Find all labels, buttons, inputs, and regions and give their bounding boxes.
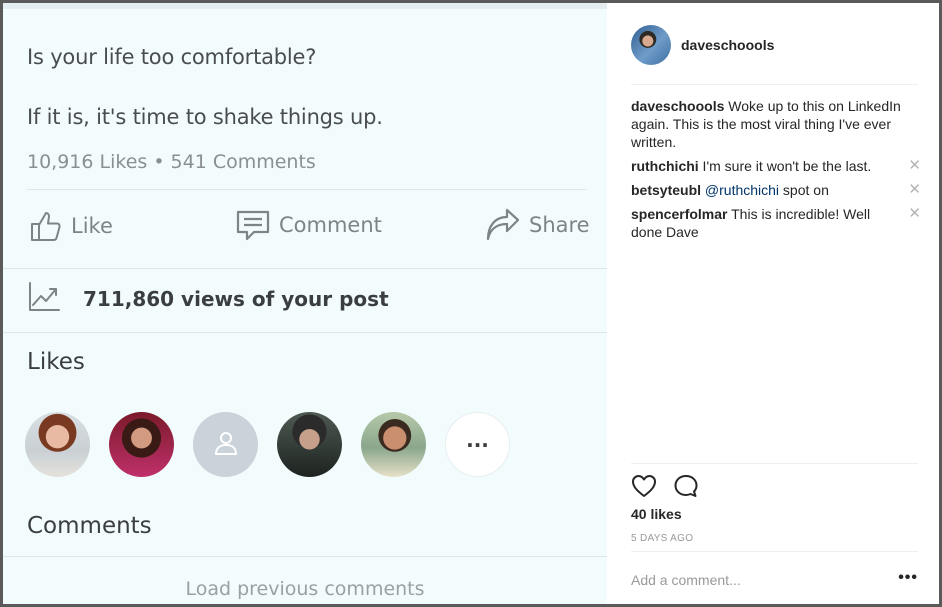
post-stats: 10,916 Likes • 541 Comments [27,151,316,173]
thumbs-up-icon [27,208,63,244]
comment-mention[interactable]: @ruthchichi [705,182,779,198]
avatar [193,412,258,477]
comments-stat: 541 Comments [170,151,316,173]
comment-action: Comment [235,208,382,242]
photo-top-strip [3,3,607,9]
comment-item: spencerfolmar This is incredible! Well d… [631,205,921,241]
author-username[interactable]: daveschoools [681,37,774,53]
post-text-line1: Is your life too comfortable? [27,45,317,69]
likes-count[interactable]: 40 likes [631,506,682,522]
avatar [109,412,174,477]
share-label: Share [529,213,590,237]
comments-list: daveschoools Woke up to this on LinkedIn… [631,97,921,247]
views-count: 711,860 views of your post [83,287,389,311]
comment-text: I'm sure it won't be the last. [698,158,872,174]
post-timestamp[interactable]: 5 DAYS AGO [631,533,693,544]
divider [631,84,918,85]
divider [3,332,607,333]
more-likers-button[interactable]: ··· [445,412,510,477]
post-text-line2: If it is, it's time to shake things up. [27,105,383,129]
stat-separator-dot: • [153,151,165,173]
post-side-panel: daveschoools daveschoools Woke up to thi… [607,3,939,604]
add-comment-input[interactable]: Add a comment... [631,572,741,588]
divider [631,551,918,552]
comment-icon [235,208,271,242]
post-photo[interactable]: Is your life too comfortable? If it is, … [3,3,607,604]
likes-stat: 10,916 Likes [27,151,148,173]
delete-comment-icon[interactable]: ✕ [908,206,921,222]
likers-avatars: ··· [25,412,510,477]
avatar [361,412,426,477]
comment-username[interactable]: ruthchichi [631,158,699,174]
avatar [25,412,90,477]
trend-chart-icon [27,281,61,317]
like-action: Like [27,208,113,244]
like-label: Like [71,214,113,238]
post-actions: Like Comment Share [3,208,607,252]
comment-username[interactable]: spencerfolmar [631,206,727,222]
share-arrow-icon [485,208,521,242]
comment-label: Comment [279,213,382,237]
likes-heading: Likes [27,349,85,375]
avatar [277,412,342,477]
comment-username[interactable]: betsyteubl [631,182,701,198]
comment-item: ruthchichi I'm sure it won't be the last… [631,157,921,175]
post-views: 711,860 views of your post [27,281,389,317]
comment-text: spot on [779,182,829,198]
post-action-icons [631,474,699,503]
heart-icon[interactable] [631,474,657,503]
load-previous-comments-link: Load previous comments [185,578,425,600]
author-avatar[interactable] [631,25,671,65]
divider [3,556,607,557]
divider [631,463,918,464]
caption: daveschoools Woke up to this on LinkedIn… [631,97,921,151]
comment-username[interactable]: daveschoools [631,98,724,114]
comment-bubble-icon[interactable] [673,474,699,503]
delete-comment-icon[interactable]: ✕ [908,158,921,174]
comments-heading: Comments [27,513,152,539]
divider [27,189,587,190]
divider [3,268,607,269]
more-options-button[interactable]: ••• [898,569,918,587]
delete-comment-icon[interactable]: ✕ [908,182,921,198]
share-action: Share [485,208,590,242]
default-user-icon [212,429,240,461]
instagram-post-modal: Is your life too comfortable? If it is, … [0,0,942,607]
post-header: daveschoools [631,25,774,65]
comment-item: betsyteubl @ruthchichi spot on ✕ [631,181,921,199]
